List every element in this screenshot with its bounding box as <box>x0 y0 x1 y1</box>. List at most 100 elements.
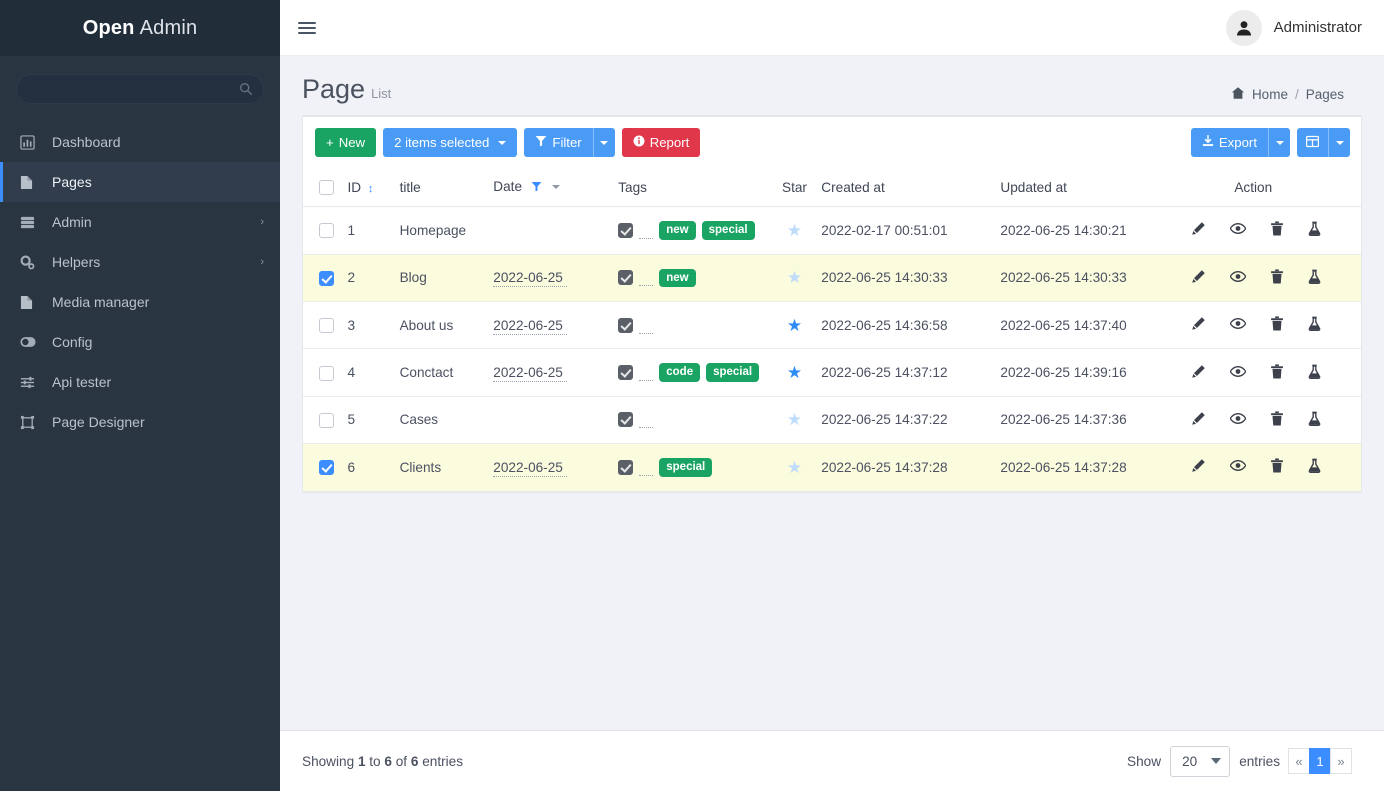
tag-badge[interactable]: special <box>706 363 760 382</box>
test-action[interactable] <box>1308 364 1321 382</box>
cell-date[interactable] <box>487 206 613 255</box>
cell-date[interactable]: 2022-06-25 <box>487 254 613 303</box>
breadcrumb-home[interactable]: Home <box>1252 87 1288 102</box>
sidebar-item-config[interactable]: Config <box>0 322 280 362</box>
edit-action[interactable] <box>1191 364 1206 382</box>
new-button[interactable]: + New <box>315 128 377 157</box>
editable-tags[interactable] <box>639 222 654 239</box>
table-row[interactable]: 3 About us 2022-06-25 ★ 2022-06-25 14:36:58… <box>303 301 1361 350</box>
sidebar-item-admin[interactable]: Admin › <box>0 202 280 242</box>
editable-tags[interactable] <box>639 269 654 287</box>
view-action[interactable] <box>1229 317 1247 333</box>
tags-checkbox[interactable] <box>618 365 634 381</box>
tags-checkbox[interactable] <box>618 412 634 428</box>
user-menu[interactable]: Administrator <box>1225 9 1362 46</box>
view-action[interactable] <box>1229 222 1247 238</box>
column-header-star[interactable]: Star <box>773 168 816 207</box>
tags-checkbox[interactable] <box>618 270 634 286</box>
editable-tags[interactable] <box>639 364 654 382</box>
tag-badge[interactable]: code <box>659 363 701 382</box>
report-button[interactable]: Report <box>621 128 701 157</box>
hamburger-menu-icon[interactable] <box>298 19 316 37</box>
filter-icon[interactable] <box>531 180 546 195</box>
row-checkbox[interactable] <box>319 223 334 239</box>
pagination-prev[interactable]: « <box>1288 748 1310 774</box>
column-header-created-at[interactable]: Created at <box>815 168 995 207</box>
row-checkbox[interactable] <box>319 318 334 334</box>
search-input[interactable] <box>17 75 263 103</box>
table-row[interactable]: 1 Homepage new special ★ 2022-02-17 00:51:01… <box>303 206 1361 255</box>
editable-tags[interactable] <box>639 411 654 429</box>
column-header-updated-at[interactable]: Updated at <box>994 168 1174 207</box>
view-action[interactable] <box>1229 412 1247 428</box>
star-toggle[interactable]: ★ <box>787 269 802 286</box>
cell-date[interactable]: 2022-06-25 <box>487 443 613 492</box>
test-action[interactable] <box>1308 269 1321 287</box>
search-box[interactable] <box>16 74 264 104</box>
tag-badge[interactable]: special <box>659 457 713 477</box>
column-settings-button[interactable] <box>1297 128 1328 157</box>
edit-action[interactable] <box>1191 411 1206 429</box>
editable-tags[interactable] <box>639 459 654 476</box>
view-action[interactable] <box>1229 365 1247 381</box>
cell-date[interactable] <box>487 396 613 444</box>
edit-action[interactable] <box>1191 316 1206 334</box>
delete-action[interactable] <box>1270 316 1284 334</box>
table-row[interactable]: 6 Clients 2022-06-25 special ★ 2022-06-25 14… <box>303 443 1361 492</box>
sidebar-item-pages[interactable]: Pages <box>0 162 280 202</box>
sidebar-item-dashboard[interactable]: Dashboard <box>0 122 280 162</box>
delete-action[interactable] <box>1270 364 1284 382</box>
items-selected-dropdown[interactable]: 2 items selected <box>383 128 518 157</box>
chevron-down-icon[interactable] <box>551 185 560 190</box>
pagination-next[interactable]: » <box>1330 748 1352 774</box>
column-header-tags[interactable]: Tags <box>612 168 774 207</box>
export-dropdown-toggle[interactable] <box>1268 128 1290 157</box>
test-action[interactable] <box>1308 316 1321 334</box>
test-action[interactable] <box>1308 221 1321 239</box>
editable-date[interactable]: 2022-06-25 <box>493 459 567 477</box>
editable-date[interactable]: 2022-06-25 <box>493 365 567 383</box>
column-settings-dropdown-toggle[interactable] <box>1328 128 1350 157</box>
filter-dropdown-toggle[interactable] <box>592 128 615 157</box>
cell-date[interactable]: 2022-06-25 <box>487 348 613 397</box>
filter-button[interactable]: Filter <box>524 128 593 157</box>
edit-action[interactable] <box>1191 221 1206 239</box>
column-header-date[interactable]: Date <box>487 168 613 207</box>
pagination-page-1[interactable]: 1 <box>1309 748 1331 774</box>
star-toggle[interactable]: ★ <box>787 364 802 381</box>
view-action[interactable] <box>1229 459 1247 475</box>
tags-checkbox[interactable] <box>618 222 634 238</box>
star-toggle[interactable]: ★ <box>787 317 802 334</box>
table-row[interactable]: 2 Blog 2022-06-25 new ★ 2022-06-25 14:30:33 2… <box>303 254 1361 303</box>
table-row[interactable]: 4 Conctact 2022-06-25 code special ★ 2022-06-… <box>303 348 1361 397</box>
export-button[interactable]: Export <box>1190 128 1268 157</box>
tag-badge[interactable]: new <box>659 221 696 240</box>
delete-action[interactable] <box>1270 411 1284 429</box>
star-toggle[interactable]: ★ <box>787 222 802 239</box>
cell-date[interactable]: 2022-06-25 <box>487 301 613 350</box>
edit-action[interactable] <box>1191 458 1206 476</box>
column-header-title[interactable]: title <box>393 168 488 207</box>
sidebar-item-helpers[interactable]: Helpers › <box>0 242 280 282</box>
test-action[interactable] <box>1308 458 1321 476</box>
test-action[interactable] <box>1308 411 1321 429</box>
tag-badge[interactable]: special <box>701 221 755 240</box>
row-checkbox[interactable] <box>319 365 334 381</box>
tag-badge[interactable]: new <box>659 268 696 288</box>
brand-logo[interactable]: Open Admin <box>0 0 280 56</box>
sidebar-item-media-manager[interactable]: Media manager <box>0 282 280 322</box>
table-row[interactable]: 5 Cases ★ 2022-06-25 14:37:22 2022-06-25 14… <box>303 396 1361 444</box>
row-checkbox[interactable] <box>319 460 334 476</box>
sidebar-item-api-tester[interactable]: Api tester <box>0 362 280 402</box>
row-checkbox[interactable] <box>319 412 334 428</box>
tags-checkbox[interactable] <box>618 317 634 333</box>
select-all-checkbox[interactable] <box>319 179 334 195</box>
delete-action[interactable] <box>1270 221 1284 239</box>
editable-date[interactable]: 2022-06-25 <box>493 270 567 288</box>
view-action[interactable] <box>1229 270 1247 286</box>
editable-date[interactable]: 2022-06-25 <box>493 317 567 335</box>
star-toggle[interactable]: ★ <box>787 411 802 428</box>
delete-action[interactable] <box>1270 269 1284 287</box>
sort-icon[interactable]: ↕ <box>368 183 374 195</box>
delete-action[interactable] <box>1270 458 1284 476</box>
